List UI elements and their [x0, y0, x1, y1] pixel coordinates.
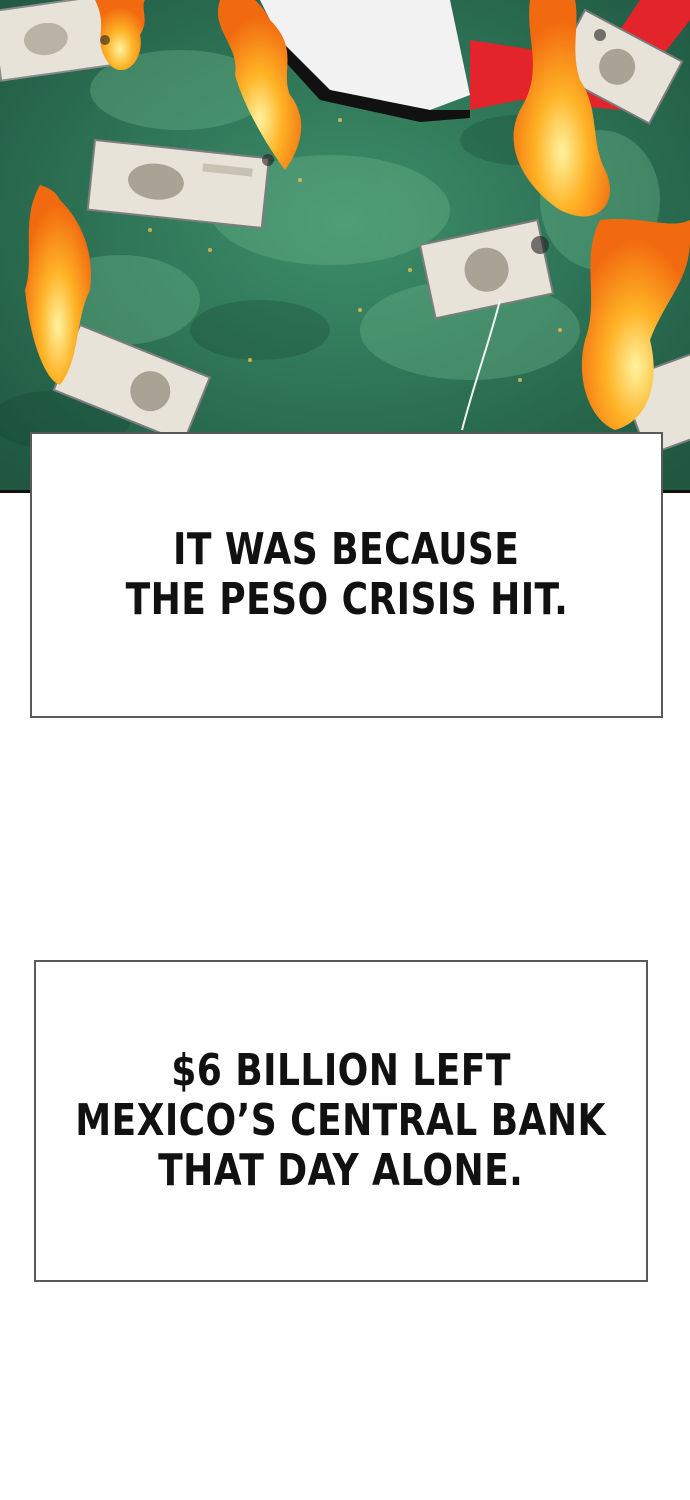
caption-line: MEXICO’S CENTRAL BANK — [75, 1095, 607, 1146]
caption-line: $6 BILLION LEFT — [171, 1045, 511, 1096]
banknote-top-left — [0, 0, 112, 82]
caption-box-peso-crisis: IT WAS BECAUSE THE PESO CRISIS HIT. — [30, 432, 663, 718]
caption-box-central-bank: $6 BILLION LEFT MEXICO’S CENTRAL BANK TH… — [34, 960, 648, 1282]
caption-line: IT WAS BECAUSE — [173, 524, 520, 575]
burning-money-illustration — [0, 0, 690, 490]
caption-line: THE PESO CRISIS HIT. — [125, 574, 568, 625]
caption-line: THAT DAY ALONE. — [158, 1145, 524, 1196]
comic-panel — [0, 0, 690, 493]
